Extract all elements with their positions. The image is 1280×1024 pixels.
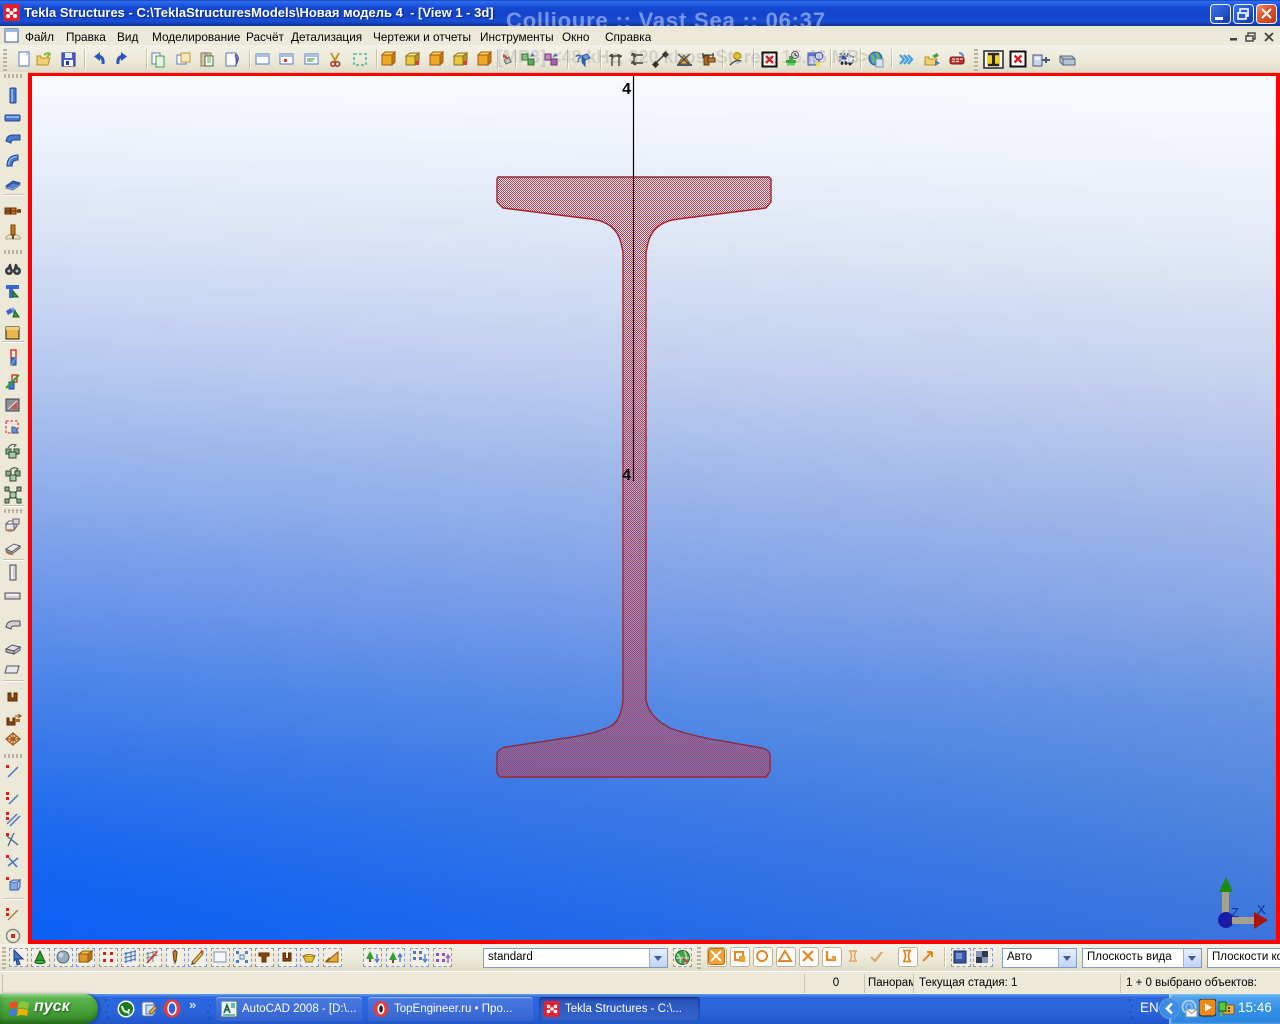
svg-text:Z: Z bbox=[1231, 905, 1239, 920]
svg-text:4: 4 bbox=[622, 467, 631, 484]
svg-text:4: 4 bbox=[622, 81, 631, 98]
svg-text:X: X bbox=[1257, 902, 1266, 917]
